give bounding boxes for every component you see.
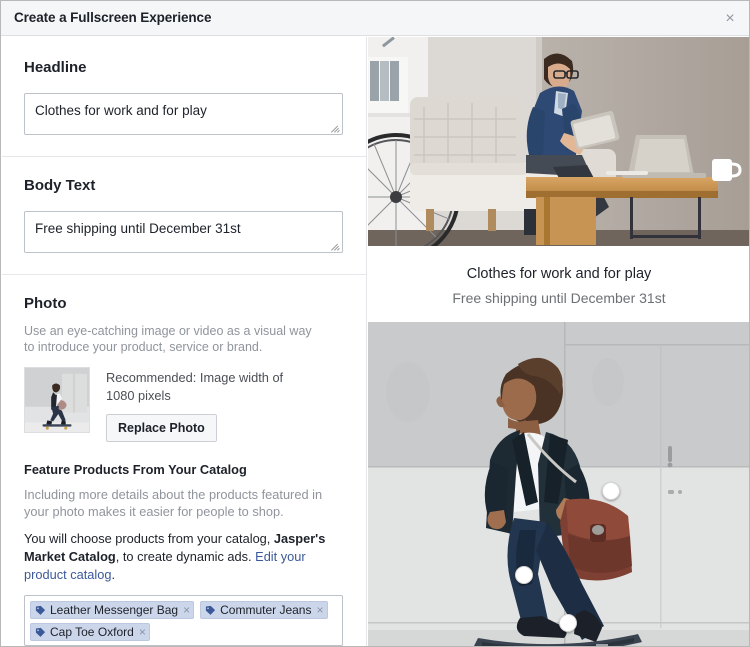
resize-grip-icon[interactable] <box>330 123 340 133</box>
body-text-label: Body Text <box>24 177 96 194</box>
product-chip-remove-icon[interactable]: × <box>139 626 146 638</box>
photo-section: Photo Use an eye-catching image or video… <box>2 275 366 646</box>
resize-grip-icon[interactable] <box>330 241 340 251</box>
catalog-sentence-part2: , to create dynamic ads. <box>115 549 256 564</box>
product-tag-dot-shoe[interactable] <box>559 614 577 632</box>
product-chip-label: Commuter Jeans <box>220 603 312 617</box>
preview-top-image <box>368 37 749 246</box>
headline-input[interactable]: Clothes for work and for play <box>24 93 343 135</box>
office-lounge-illustration <box>368 37 749 246</box>
catalog-sentence-end: . <box>111 567 116 582</box>
product-chip-remove-icon[interactable]: × <box>183 604 190 616</box>
product-chip-label: Leather Messenger Bag <box>50 603 179 617</box>
product-chip-remove-icon[interactable]: × <box>316 604 323 616</box>
close-icon[interactable]: × <box>719 8 741 30</box>
photo-meta: Recommended: Image width of 1080 pixels … <box>106 367 306 442</box>
catalog-sentence: You will choose products from your catal… <box>24 530 336 584</box>
headline-label: Headline <box>24 59 87 76</box>
photo-row: Recommended: Image width of 1080 pixels … <box>24 367 344 442</box>
body-text-section: Body Text Free shipping until December 3… <box>2 157 366 275</box>
product-chip[interactable]: Leather Messenger Bag × <box>30 601 195 619</box>
catalog-label: Feature Products From Your Catalog <box>24 462 247 477</box>
catalog-sentence-part1: You will choose products from your catal… <box>24 531 274 546</box>
product-tag-dot-bag[interactable] <box>602 482 620 500</box>
product-tags-field[interactable]: Leather Messenger Bag × Commuter Jeans ×… <box>24 595 343 646</box>
photo-description: Use an eye-catching image or video as a … <box>24 324 312 354</box>
catalog-description: Including more details about the product… <box>24 487 323 519</box>
product-tag-dot-jeans[interactable] <box>515 566 533 584</box>
preview-caption: Clothes for work and for play Free shipp… <box>368 246 749 322</box>
skateboarder-thumbnail-illustration <box>25 368 89 432</box>
photo-label: Photo <box>24 295 67 312</box>
create-fullscreen-experience-dialog: Create a Fullscreen Experience × Headlin… <box>0 0 750 647</box>
tag-icon <box>35 605 46 615</box>
replace-photo-button[interactable]: Replace Photo <box>106 414 217 442</box>
skateboarder-illustration <box>368 322 749 646</box>
preview-headline: Clothes for work and for play <box>466 266 652 282</box>
preview-panel: Clothes for work and for play Free shipp… <box>368 37 749 646</box>
dialog-title: Create a Fullscreen Experience <box>14 10 212 25</box>
body-text-input[interactable]: Free shipping until December 31st <box>24 211 343 253</box>
photo-recommended-text: Recommended: Image width of 1080 pixels <box>106 370 284 403</box>
dialog-titlebar: Create a Fullscreen Experience × <box>1 1 749 36</box>
headline-section: Headline Clothes for work and for play <box>2 37 366 157</box>
tag-icon <box>35 627 46 637</box>
tag-icon <box>206 605 216 615</box>
preview-body-text: Free shipping until December 31st <box>452 290 666 306</box>
form-panel: Headline Clothes for work and for play B… <box>2 37 367 646</box>
body-text-input-value: Free shipping until December 31st <box>35 221 241 236</box>
product-chip-label: Cap Toe Oxford <box>50 625 134 639</box>
product-chip[interactable]: Commuter Jeans × <box>200 601 328 619</box>
product-chip[interactable]: Cap Toe Oxford × <box>30 623 150 641</box>
preview-bottom-image <box>368 322 749 646</box>
headline-input-value: Clothes for work and for play <box>35 103 207 118</box>
photo-thumbnail[interactable] <box>24 367 90 433</box>
